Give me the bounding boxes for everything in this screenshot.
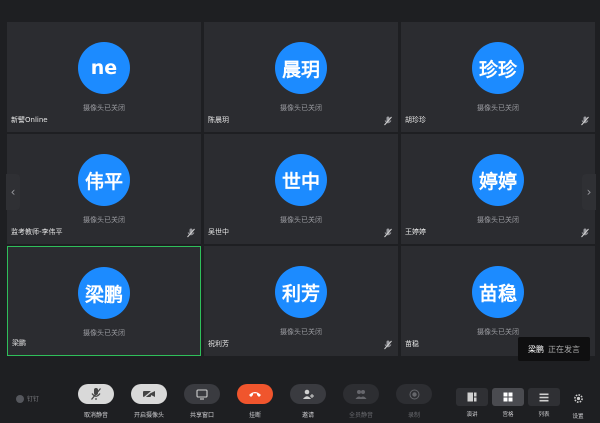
avatar: 世中 (275, 154, 327, 206)
participant-tile[interactable]: 世中 摄像头已关闭 吴世中 (204, 134, 398, 244)
avatar: ne (78, 42, 130, 94)
hang-up-icon (249, 392, 261, 397)
record-icon (409, 389, 419, 399)
share-window-label: 共享窗口 (189, 412, 214, 419)
speaking-indicator: 梁鹏 正在发言 (518, 337, 590, 361)
speaker-layout-icon (467, 392, 477, 402)
settings-button[interactable]: 设置 (568, 389, 588, 420)
speaking-status: 正在发言 (548, 344, 580, 354)
meeting-window: ne 摄像头已关闭 新譬Online 晨玥 摄像头已关闭 陈晨玥 珍珍 摄像头已… (0, 0, 600, 423)
list-view-label: 列表 (538, 412, 550, 418)
next-page-button[interactable]: › (582, 174, 596, 210)
record-label: 录制 (407, 412, 420, 419)
group-mute-icon (355, 389, 367, 399)
camera-off-status: 摄像头已关闭 (477, 328, 519, 336)
participant-tile[interactable]: 婷婷 摄像头已关闭 王婷婷 (401, 134, 595, 244)
speaker-name: 梁鹏 (528, 344, 544, 354)
meeting-toolbar: 钉钉 取消静音 开启摄像头 共享窗口 挂断 邀请 全员静音 录制 演讲 宫格 列… (0, 372, 600, 423)
mic-muted-icon (384, 340, 392, 350)
camera-off-status: 摄像头已关闭 (83, 104, 125, 112)
mic-muted-icon (581, 116, 589, 126)
grid-view-button[interactable]: 宫格 (492, 388, 524, 418)
mic-muted-icon (581, 228, 589, 238)
mic-muted-icon (384, 116, 392, 126)
mute-all-label: 全员静音 (348, 412, 373, 419)
participant-name: 苗稳 (405, 340, 419, 348)
speaker-view-button[interactable]: 演讲 (456, 388, 488, 418)
participant-tile[interactable]: 晨玥 摄像头已关闭 陈晨玥 (204, 22, 398, 132)
avatar: 晨玥 (275, 42, 327, 94)
mute-all-button[interactable]: 全员静音 (339, 384, 383, 419)
share-screen-icon (196, 388, 208, 400)
camera-off-status: 摄像头已关闭 (280, 328, 322, 336)
avatar: 苗稳 (472, 266, 524, 318)
invite-button[interactable]: 邀请 (286, 384, 330, 419)
camera-button[interactable]: 开启摄像头 (127, 384, 171, 419)
participant-name: 陈晨玥 (208, 116, 229, 124)
unmute-label: 取消静音 (83, 412, 108, 419)
dingtalk-logo-icon (16, 394, 24, 403)
hangup-label: 挂断 (248, 412, 261, 419)
participant-name: 吴世中 (208, 228, 229, 236)
participant-tile[interactable]: ne 摄像头已关闭 新譬Online (7, 22, 201, 132)
camera-off-icon (142, 389, 155, 399)
participant-tile-speaking[interactable]: 梁鹏 摄像头已关闭 梁鹏 (7, 246, 201, 356)
avatar: 伟平 (78, 154, 130, 206)
camera-label: 开启摄像头 (133, 412, 164, 419)
camera-off-status: 摄像头已关闭 (477, 216, 519, 224)
avatar: 婷婷 (472, 154, 524, 206)
camera-off-status: 摄像头已关闭 (477, 104, 519, 112)
list-layout-icon (539, 393, 549, 401)
add-user-icon (303, 389, 314, 399)
chevron-right-icon: › (586, 185, 592, 199)
video-grid: ne 摄像头已关闭 新譬Online 晨玥 摄像头已关闭 陈晨玥 珍珍 摄像头已… (7, 22, 595, 356)
camera-off-status: 摄像头已关闭 (83, 329, 125, 337)
participant-name: 胡珍珍 (405, 116, 426, 124)
camera-off-status: 摄像头已关闭 (280, 216, 322, 224)
invite-label: 邀请 (301, 412, 314, 419)
speaker-view-label: 演讲 (466, 412, 478, 418)
participant-name: 王婷婷 (405, 228, 426, 236)
avatar: 梁鹏 (78, 267, 130, 319)
participant-name: 新譬Online (11, 116, 48, 124)
logo-text: 钉钉 (27, 396, 40, 403)
mic-muted-icon (91, 388, 101, 400)
camera-off-status: 摄像头已关闭 (83, 216, 125, 224)
grid-view-label: 宫格 (502, 412, 514, 418)
participant-name: 梁鹏 (12, 339, 26, 347)
participant-name: 监考教师-李伟平 (11, 228, 63, 236)
gear-icon (573, 394, 583, 403)
avatar: 利芳 (275, 266, 327, 318)
hangup-button[interactable]: 挂断 (233, 384, 277, 419)
camera-off-status: 摄像头已关闭 (280, 104, 322, 112)
settings-label: 设置 (572, 414, 584, 420)
list-view-button[interactable]: 列表 (528, 388, 560, 418)
mic-muted-icon (384, 228, 392, 238)
share-window-button[interactable]: 共享窗口 (180, 384, 224, 419)
participant-tile[interactable]: 利芳 摄像头已关闭 祝利芳 (204, 246, 398, 356)
app-logo: 钉钉 (16, 394, 39, 403)
chevron-left-icon: ‹ (10, 185, 16, 199)
previous-page-button[interactable]: ‹ (6, 174, 20, 210)
participant-name: 祝利芳 (208, 340, 229, 348)
avatar: 珍珍 (472, 42, 524, 94)
mic-muted-icon (187, 228, 195, 238)
participant-tile[interactable]: 伟平 摄像头已关闭 监考教师-李伟平 (7, 134, 201, 244)
participant-tile[interactable]: 珍珍 摄像头已关闭 胡珍珍 (401, 22, 595, 132)
record-button[interactable]: 录制 (392, 384, 436, 419)
unmute-button[interactable]: 取消静音 (74, 384, 118, 419)
grid-layout-icon (503, 392, 513, 402)
